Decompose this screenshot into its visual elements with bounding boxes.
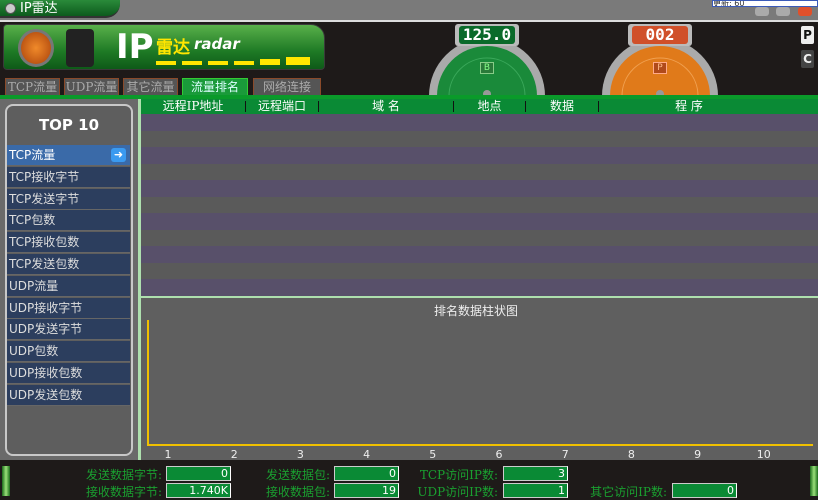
tab-ranking[interactable]: 流量排名: [182, 78, 248, 96]
table-row[interactable]: [141, 262, 818, 279]
packets-gauge: 002 P: [600, 22, 720, 98]
packets-readout: 002: [632, 26, 688, 44]
status-left-bar: [2, 466, 10, 496]
top10-item-label: UDP发送包数: [9, 387, 83, 402]
logo-dash: [156, 61, 176, 65]
logo-dash: [182, 61, 202, 65]
top10-item-label: TCP接收包数: [9, 235, 80, 250]
table-row[interactable]: [141, 279, 818, 296]
tcp-ip-label: TCP访问IP数:: [419, 468, 498, 482]
top10-item-label: TCP发送包数: [9, 257, 80, 271]
table-row[interactable]: [141, 196, 818, 213]
logo-bar: [66, 29, 94, 67]
top10-item[interactable]: UDP接收字节: [7, 297, 130, 319]
logo-ip: IP: [116, 27, 154, 67]
top10-item[interactable]: TCP发送包数: [7, 254, 130, 275]
top10-item[interactable]: TCP接收包数: [7, 232, 130, 254]
arrow-right-icon: ➜: [111, 148, 126, 162]
col-program[interactable]: 程 序: [599, 99, 779, 114]
table-row[interactable]: [141, 229, 818, 246]
table-row[interactable]: [141, 246, 818, 263]
top10-item[interactable]: TCP包数: [7, 210, 130, 232]
top10-item[interactable]: TCP接收字节: [7, 166, 130, 188]
top10-item[interactable]: UDP接收包数: [7, 363, 130, 384]
top10-item-label: TCP包数: [9, 213, 56, 228]
top10-item-label: TCP发送字节: [9, 191, 80, 206]
bandwidth-gauge: 125.0 B: [427, 22, 547, 98]
table-row[interactable]: [141, 147, 818, 164]
update-tooltip: 更新: 60: [712, 0, 818, 7]
app-title-tab: IP雷达: [0, 0, 120, 18]
y-axis: [147, 320, 149, 446]
top10-item-label: TCP接收字节: [9, 169, 80, 184]
recv-packets-label: 接收数据包:: [265, 485, 330, 499]
send-packets-label: 发送数据包:: [265, 468, 330, 482]
col-domain[interactable]: 域 名: [319, 99, 453, 114]
close-button[interactable]: [798, 7, 812, 16]
top10-item-label: UDP流量: [9, 278, 59, 293]
gauge-letter: P: [653, 62, 667, 74]
table-row[interactable]: [141, 163, 818, 180]
app-icon: [5, 3, 16, 14]
status-right-bar: [810, 466, 818, 496]
col-remote-port[interactable]: 远程端口: [246, 99, 318, 114]
maximize-button[interactable]: [776, 7, 790, 16]
tab-tcp[interactable]: TCP流量: [5, 78, 60, 96]
top10-item-label: UDP发送字节: [9, 322, 83, 337]
table-header: 远程IP地址 远程端口 域 名 地点 数据 程 序: [138, 99, 818, 114]
col-location[interactable]: 地点: [454, 99, 525, 114]
p-button[interactable]: P: [801, 26, 814, 44]
top10-item-label: TCP流量: [9, 148, 56, 162]
radar-logo-icon: [18, 29, 54, 67]
tab-udp[interactable]: UDP流量: [64, 78, 119, 96]
tab-connections[interactable]: 网络连接: [253, 78, 321, 96]
tcp-ip-value: 3: [503, 466, 568, 481]
logo-dash: [234, 61, 254, 65]
top10-item[interactable]: UDP发送字节: [7, 319, 130, 341]
col-remote-ip[interactable]: 远程IP地址: [141, 99, 245, 114]
bandwidth-readout: 125.0: [459, 26, 515, 44]
logo-en: radar: [194, 35, 240, 53]
col-data[interactable]: 数据: [526, 99, 598, 114]
table-row[interactable]: [141, 180, 818, 197]
table-row[interactable]: [141, 114, 818, 131]
top10-title: TOP 10: [38, 116, 100, 134]
app-title: IP雷达: [20, 1, 58, 16]
logo: IP 雷达 radar: [3, 24, 325, 70]
top10-item[interactable]: TCP流量 ➜: [7, 145, 130, 166]
c-button[interactable]: C: [801, 50, 814, 68]
gauge-letter: B: [480, 62, 494, 74]
table-row[interactable]: [141, 130, 818, 147]
top10-item[interactable]: UDP包数: [7, 341, 130, 363]
x-axis: [147, 444, 813, 446]
top10-item[interactable]: UDP流量: [7, 275, 130, 297]
table-row[interactable]: [141, 213, 818, 230]
top10-item[interactable]: TCP发送字节: [7, 188, 130, 210]
udp-ip-label: UDP访问IP数:: [417, 485, 498, 499]
ranking-table: [138, 114, 818, 296]
bar-chart: 排名数据柱状图 1 2 3 4 5 6 7 8 9 10: [138, 296, 818, 461]
send-bytes-label: 发送数据字节:: [85, 468, 162, 482]
top10-item-label: UDP接收包数: [9, 366, 83, 380]
logo-dash: [260, 59, 280, 65]
chart-title: 排名数据柱状图: [433, 304, 518, 318]
top10-item[interactable]: UDP发送包数: [7, 384, 130, 406]
tab-other[interactable]: 其它流量: [123, 78, 178, 96]
top10-item-label: UDP接收字节: [9, 300, 83, 315]
logo-dash: [208, 61, 228, 65]
logo-cn: 雷达: [156, 38, 190, 58]
logo-dash: [286, 57, 310, 65]
minimize-button[interactable]: [755, 7, 769, 16]
other-ip-label: 其它访问IP数:: [590, 485, 667, 499]
title-bar: [0, 0, 818, 20]
top10-item-label: UDP包数: [9, 344, 59, 359]
recv-bytes-label: 接收数据字节:: [85, 485, 162, 499]
